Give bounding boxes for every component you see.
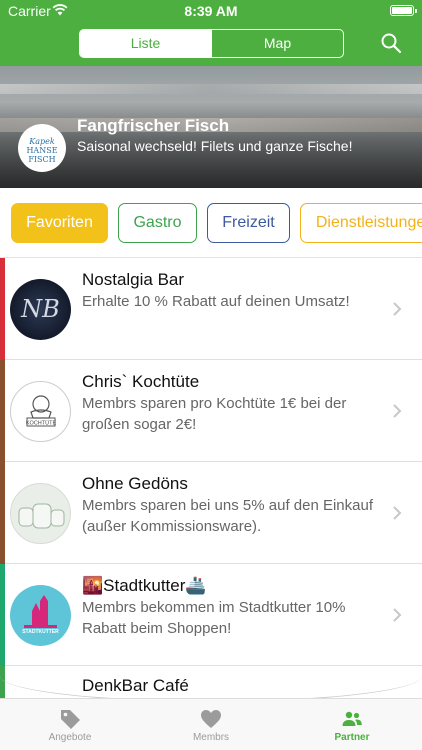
- partner-description: Erhalte 10 % Rabatt auf deinen Umsatz!: [82, 293, 350, 310]
- nav-header: Carrier 8:39 AM Liste Map: [0, 0, 422, 66]
- clock: 8:39 AM: [184, 3, 238, 19]
- featured-banner[interactable]: Kapek HANSE FISCH Fangfrischer Fisch Sai…: [0, 66, 422, 188]
- tab-label: Partner: [334, 732, 370, 743]
- filter-chip-favoriten[interactable]: Favoriten: [11, 203, 108, 243]
- banner-title: Fangfrischer Fisch: [77, 116, 230, 135]
- banner-logo-text: HANSE FISCH: [26, 146, 58, 164]
- tag-icon: [61, 710, 80, 729]
- tab-bar: Angebote Membrs Partner: [0, 698, 422, 750]
- partner-description: Membrs bekommen im Stadtkutter 10% Rabat…: [82, 599, 346, 637]
- chevron-right-icon: [393, 608, 402, 622]
- partner-name: Nostalgia Bar: [82, 270, 185, 289]
- list-item[interactable]: Ohne Gedöns Membrs sparen bei uns 5% auf…: [0, 462, 422, 564]
- category-filter-bar: Favoriten Gastro Freizeit Dienstleistung…: [0, 188, 422, 258]
- partner-logo: KOCHTÜTE: [10, 381, 71, 442]
- category-color-bar: [0, 360, 5, 462]
- category-color-bar: [0, 666, 5, 698]
- category-color-bar: [0, 258, 5, 360]
- view-segmented-control: Liste Map: [79, 29, 344, 58]
- tab-label: Angebote: [48, 732, 92, 743]
- jars-logo-icon: [18, 503, 65, 529]
- partner-name: 🌇Stadtkutter🚢: [82, 576, 207, 595]
- partner-logo: [10, 483, 71, 544]
- heart-icon: [201, 710, 221, 728]
- stadtkutter-logo-icon: STADTKUTTER: [22, 595, 59, 635]
- tab-label: Membrs: [192, 732, 230, 743]
- partner-description: Membrs sparen bei uns 5% auf den Einkauf…: [82, 497, 373, 535]
- battery-icon: [390, 5, 417, 16]
- tab-angebote[interactable]: Angebote: [0, 699, 140, 750]
- partner-logo-text: KOCHTÜTE: [26, 420, 57, 427]
- chevron-right-icon: [393, 302, 402, 316]
- category-color-bar: [0, 462, 5, 564]
- filter-chip-dienstleistungen[interactable]: Dienstleistungen: [300, 203, 422, 243]
- list-item[interactable]: NB Nostalgia Bar Erhalte 10 % Rabatt auf…: [0, 258, 422, 360]
- segment-map[interactable]: Map: [211, 30, 343, 57]
- filter-chip-gastro[interactable]: Gastro: [118, 203, 197, 243]
- search-icon[interactable]: [380, 32, 402, 54]
- list-item[interactable]: DenkBar Café: [0, 666, 422, 698]
- filter-chip-freizeit[interactable]: Freizeit: [207, 203, 290, 243]
- kochtuete-logo-icon: KOCHTÜTE: [26, 395, 57, 427]
- chevron-right-icon: [393, 404, 402, 418]
- partner-logo: NB: [10, 279, 71, 340]
- banner-logo-text: Kapek: [29, 137, 55, 146]
- status-bar: Carrier 8:39 AM: [0, 0, 422, 22]
- partner-name: Ohne Gedöns: [82, 474, 188, 493]
- partner-description: Membrs sparen pro Kochtüte 1€ bei der gr…: [82, 395, 347, 433]
- segment-list[interactable]: Liste: [80, 30, 211, 57]
- partner-name: Chris` Kochtüte: [82, 372, 200, 391]
- list-item[interactable]: STADTKUTTER 🌇Stadtkutter🚢 Membrs bekomme…: [0, 564, 422, 666]
- tab-partner[interactable]: Partner: [282, 699, 422, 750]
- banner-logo: Kapek HANSE FISCH: [18, 124, 66, 172]
- banner-subtitle: Saisonal wechseld! Filets und ganze Fisc…: [77, 138, 353, 154]
- partner-list: NB Nostalgia Bar Erhalte 10 % Rabatt auf…: [0, 258, 422, 698]
- partner-logo-text: STADTKUTTER: [22, 629, 59, 635]
- partner-logo: STADTKUTTER: [10, 585, 71, 646]
- tab-membrs[interactable]: Membrs: [141, 699, 281, 750]
- partner-name: DenkBar Café: [82, 676, 189, 695]
- people-icon: [342, 711, 362, 726]
- chevron-right-icon: [393, 506, 402, 520]
- category-color-bar: [0, 564, 5, 666]
- list-item[interactable]: KOCHTÜTE Chris` Kochtüte Membrs sparen p…: [0, 360, 422, 462]
